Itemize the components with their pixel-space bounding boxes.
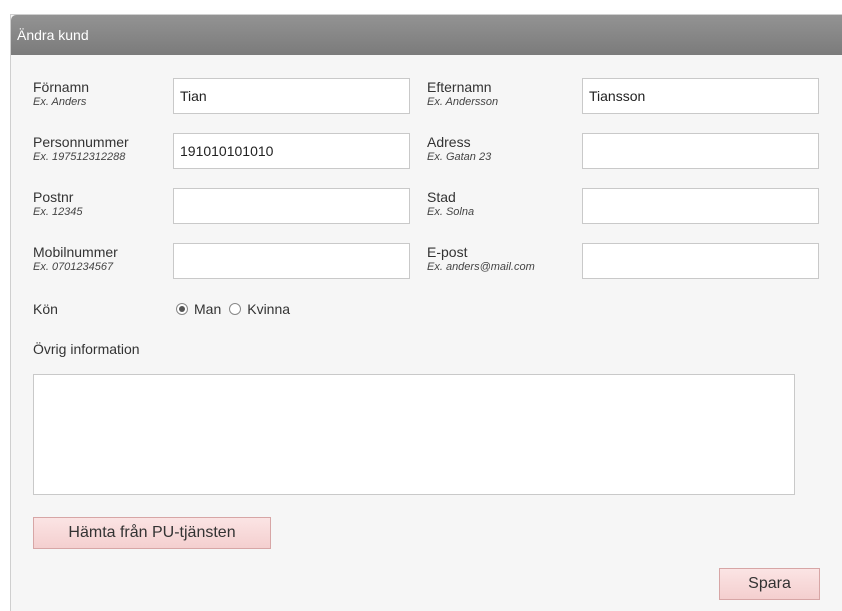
city-label-group: Stad Ex. Solna [427, 189, 474, 219]
gender-radio-group: Man Kvinna [176, 301, 298, 317]
panel-header: Ändra kund [11, 15, 842, 55]
personnummer-label-group: Personnummer Ex. 197512312288 [33, 134, 129, 164]
personnummer-label: Personnummer [33, 134, 129, 150]
email-input[interactable] [582, 243, 819, 279]
city-example: Ex. Solna [427, 206, 475, 218]
gender-option-man-label[interactable]: Man [194, 301, 221, 317]
mobile-label: Mobilnummer [33, 244, 118, 260]
postnr-input[interactable] [173, 188, 410, 224]
other-info-label: Övrig information [33, 341, 140, 357]
postnr-label: Postnr [33, 189, 74, 205]
email-label: E-post [427, 244, 468, 260]
fetch-pu-button[interactable]: Hämta från PU-tjänsten [33, 517, 271, 549]
gender-label: Kön [33, 301, 58, 317]
firstname-input[interactable] [173, 78, 410, 114]
city-input[interactable] [582, 188, 819, 224]
lastname-input[interactable] [582, 78, 819, 114]
other-info-label-group: Övrig information [33, 341, 140, 357]
mobile-input[interactable] [173, 243, 410, 279]
gender-radio-man[interactable] [176, 303, 188, 315]
personnummer-input[interactable] [173, 133, 410, 169]
gender-radio-kvinna[interactable] [229, 303, 242, 315]
address-example: Ex. Gatan 23 [427, 151, 492, 163]
postnr-label-group: Postnr Ex. 12345 [33, 189, 83, 219]
email-example: Ex. anders@mail.com [427, 261, 535, 273]
lastname-label-group: Efternamn Ex. Andersson [427, 79, 498, 109]
gender-option-kvinna-label[interactable]: Kvinna [247, 301, 290, 317]
lastname-label: Efternamn [427, 79, 492, 95]
other-info-textarea[interactable] [33, 374, 795, 495]
personnummer-example: Ex. 197512312288 [33, 151, 126, 163]
address-label: Adress [427, 134, 471, 150]
firstname-example: Ex. Anders [33, 96, 87, 108]
email-label-group: E-post Ex. anders@mail.com [427, 244, 535, 274]
mobile-label-group: Mobilnummer Ex. 0701234567 [33, 244, 118, 274]
lastname-example: Ex. Andersson [427, 96, 499, 108]
firstname-label: Förnamn [33, 79, 90, 95]
panel-title: Ändra kund [17, 27, 89, 43]
gender-label-group: Kön [33, 301, 58, 317]
save-button[interactable]: Spara [719, 568, 820, 600]
mobile-example: Ex. 0701234567 [33, 261, 114, 273]
firstname-label-group: Förnamn Ex. Anders [33, 79, 89, 109]
city-label: Stad [427, 189, 456, 205]
address-label-group: Adress Ex. Gatan 23 [427, 134, 491, 164]
address-input[interactable] [582, 133, 819, 169]
postnr-example: Ex. 12345 [33, 206, 83, 218]
